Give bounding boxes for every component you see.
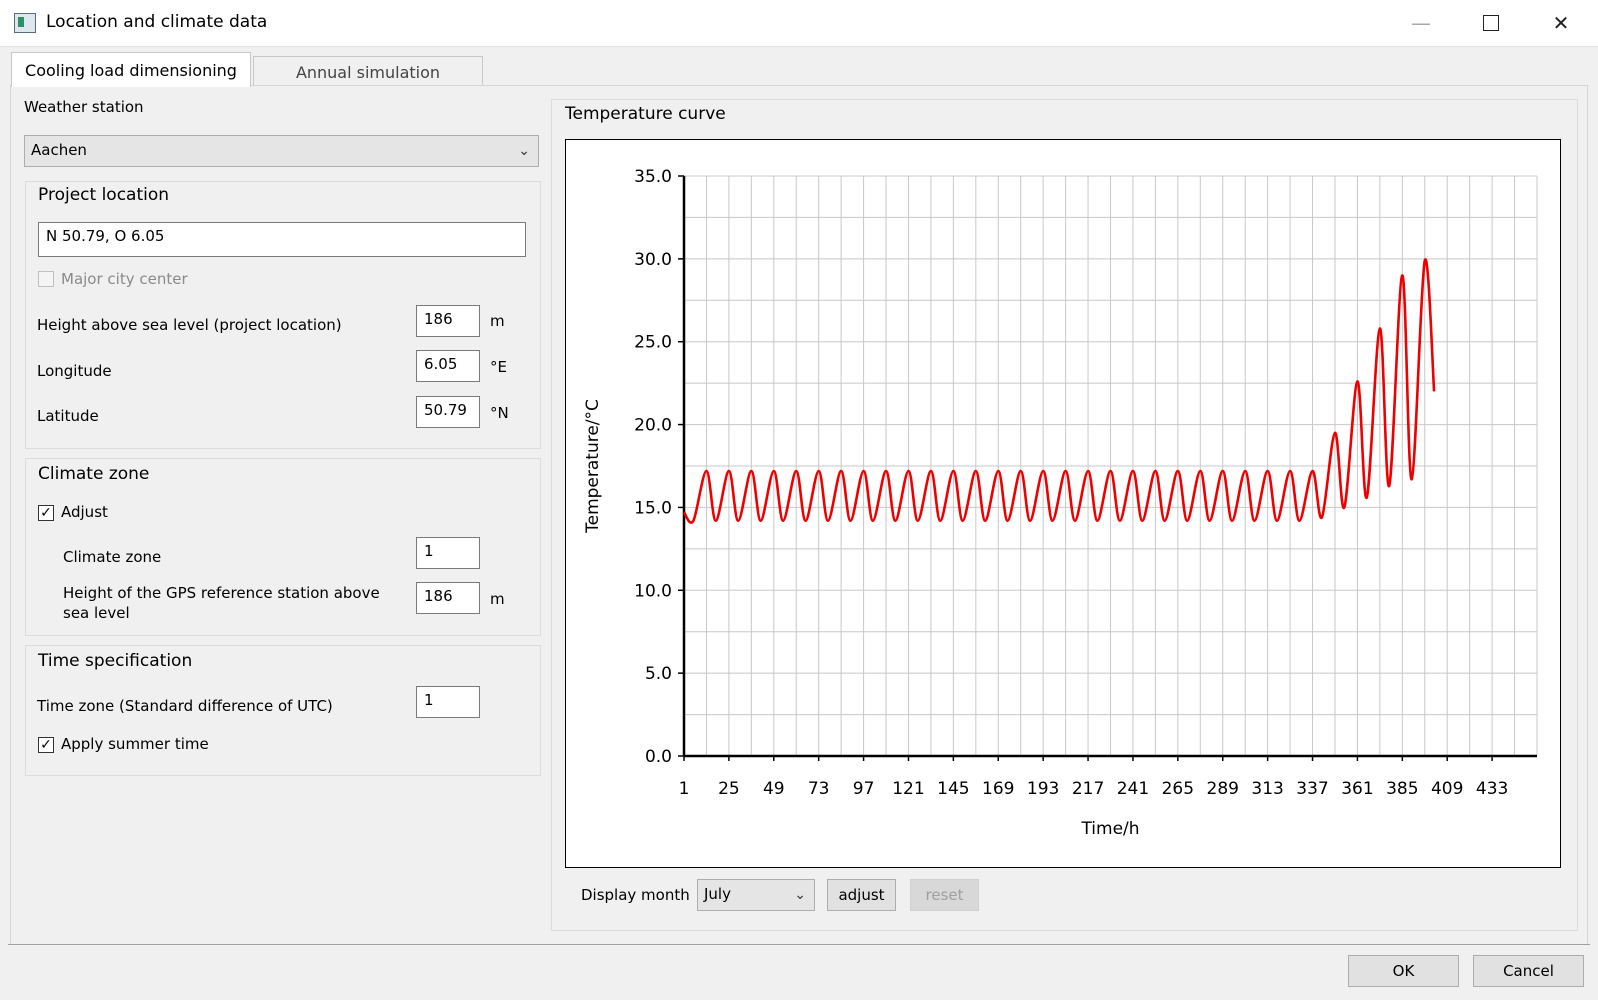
y-tick-label: 20.0 xyxy=(634,416,672,436)
x-tick-label: 217 xyxy=(1072,779,1104,799)
tab-annual-simulation[interactable]: Annual simulation xyxy=(253,56,483,87)
close-icon[interactable]: ✕ xyxy=(1538,0,1584,46)
x-tick-label: 361 xyxy=(1341,779,1373,799)
x-tick-label: 409 xyxy=(1431,779,1463,799)
height-unit: m xyxy=(490,312,505,330)
chevron-down-icon: ⌄ xyxy=(518,143,530,159)
minimize-icon[interactable]: — xyxy=(1398,0,1444,46)
summer-time-label: Apply summer time xyxy=(61,735,209,753)
x-tick-label: 433 xyxy=(1476,779,1508,799)
climate-zone-field[interactable]: 1 xyxy=(416,537,480,569)
y-tick-label: 10.0 xyxy=(634,581,672,601)
y-tick-label: 25.0 xyxy=(634,333,672,353)
tab-cooling-load[interactable]: Cooling load dimensioning xyxy=(11,52,251,87)
latitude-label: Latitude xyxy=(37,407,99,425)
y-tick-label: 35.0 xyxy=(634,167,672,187)
major-city-label: Major city center xyxy=(61,270,188,288)
window-title: Location and climate data xyxy=(46,12,268,32)
latitude-unit: °N xyxy=(490,404,509,422)
x-tick-label: 265 xyxy=(1162,779,1194,799)
longitude-unit: °E xyxy=(490,358,507,376)
x-tick-label: 73 xyxy=(808,779,830,799)
gps-height-label-line1: Height of the GPS reference station abov… xyxy=(63,584,380,602)
maximize-icon[interactable] xyxy=(1468,0,1514,46)
y-tick-label: 0.0 xyxy=(645,747,672,767)
x-tick-label: 97 xyxy=(853,779,875,799)
major-city-checkbox[interactable] xyxy=(38,271,54,287)
y-axis-label: Temperature/°C xyxy=(583,399,603,534)
time-zone-field[interactable]: 1 xyxy=(416,686,480,718)
x-tick-label: 169 xyxy=(982,779,1014,799)
x-tick-label: 313 xyxy=(1251,779,1283,799)
summer-time-checkbox[interactable]: ✓ xyxy=(38,737,54,753)
latitude-field[interactable]: 50.79 xyxy=(416,396,480,428)
x-tick-label: 49 xyxy=(763,779,785,799)
longitude-label: Longitude xyxy=(37,362,112,380)
time-zone-label: Time zone (Standard difference of UTC) xyxy=(37,697,333,715)
x-tick-label: 121 xyxy=(892,779,924,799)
weather-station-select[interactable]: Aachen ⌄ xyxy=(24,135,539,167)
reset-button[interactable]: reset xyxy=(910,879,979,911)
weather-station-label: Weather station xyxy=(24,98,144,116)
height-field[interactable]: 186 xyxy=(416,305,480,337)
weather-station-value: Aachen xyxy=(31,141,87,159)
climate-zone-title: Climate zone xyxy=(38,464,150,484)
y-tick-label: 15.0 xyxy=(634,498,672,518)
chart-area: 0.0 5.0 10.0 15.0 20.0 25.0 30.0 35.0 1 25 49 73 97 1… xyxy=(565,139,1561,868)
x-tick-label: 1 xyxy=(679,779,690,799)
adjust-button[interactable]: adjust xyxy=(827,879,896,911)
x-tick-label: 241 xyxy=(1117,779,1149,799)
time-specification-title: Time specification xyxy=(38,651,193,671)
gps-height-label-line2: sea level xyxy=(63,604,130,622)
x-tick-label: 385 xyxy=(1386,779,1418,799)
gps-height-field[interactable]: 186 xyxy=(416,582,480,614)
adjust-checkbox[interactable]: ✓ xyxy=(38,505,54,521)
y-tick-label: 5.0 xyxy=(645,664,672,684)
cancel-button[interactable]: Cancel xyxy=(1473,955,1584,987)
app-icon xyxy=(14,13,36,33)
climate-zone-label: Climate zone xyxy=(63,548,162,566)
x-axis-label: Time/h xyxy=(1080,819,1139,839)
project-location-title: Project location xyxy=(38,185,170,205)
x-tick-label: 145 xyxy=(937,779,969,799)
y-tick-label: 30.0 xyxy=(634,250,672,270)
display-month-label: Display month xyxy=(581,886,690,904)
x-tick-label: 289 xyxy=(1207,779,1239,799)
chevron-down-icon: ⌄ xyxy=(794,887,806,903)
coordinates-field[interactable]: N 50.79, O 6.05 xyxy=(38,222,526,257)
month-select[interactable]: July ⌄ xyxy=(697,879,815,911)
footer-divider xyxy=(8,944,1590,945)
x-tick-label: 337 xyxy=(1296,779,1328,799)
adjust-label: Adjust xyxy=(61,503,108,521)
x-tick-label: 193 xyxy=(1027,779,1059,799)
title-bar: Location and climate data — ✕ xyxy=(0,0,1598,47)
gps-height-unit: m xyxy=(490,590,505,608)
month-value: July xyxy=(704,885,731,903)
temperature-curve-title: Temperature curve xyxy=(565,104,726,124)
x-tick-label: 25 xyxy=(718,779,740,799)
ok-button[interactable]: OK xyxy=(1348,955,1459,987)
height-label: Height above sea level (project location… xyxy=(37,316,342,334)
longitude-field[interactable]: 6.05 xyxy=(416,350,480,382)
temperature-chart: 0.0 5.0 10.0 15.0 20.0 25.0 30.0 35.0 1 25 49 73 97 1… xyxy=(583,167,1538,839)
